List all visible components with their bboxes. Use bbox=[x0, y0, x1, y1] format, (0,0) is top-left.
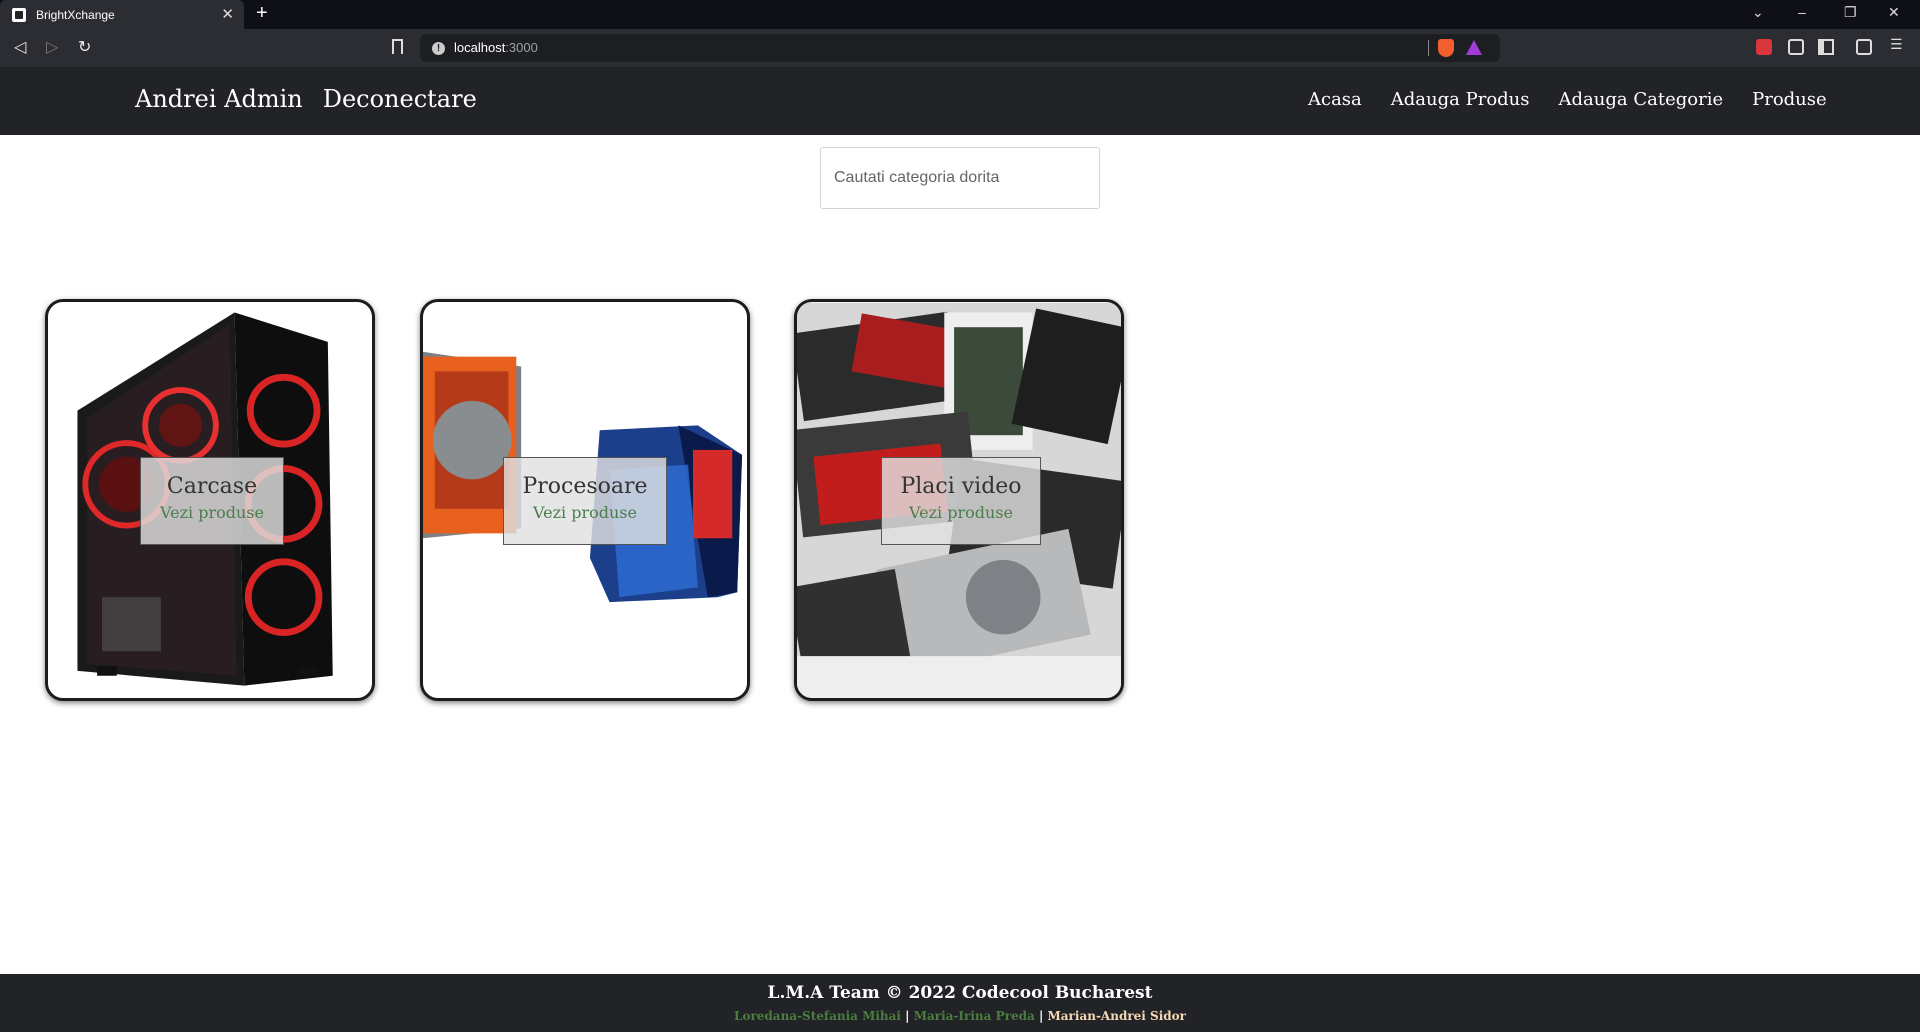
browser-tab-bar: BrightXchange ✕ + ⌄ – ❐ ✕ bbox=[0, 0, 1920, 29]
address-bar[interactable]: ! localhost:3000 bbox=[420, 34, 1500, 62]
tab-title: BrightXchange bbox=[36, 7, 115, 22]
puzzle-extensions-icon[interactable] bbox=[1788, 39, 1804, 55]
close-window-icon[interactable]: ✕ bbox=[1888, 4, 1900, 21]
category-card-carcase[interactable]: Carcase Vezi produse bbox=[45, 299, 375, 701]
restore-icon[interactable]: ❐ bbox=[1844, 4, 1857, 21]
browser-toolbar: ◁ ▷ ↻ ! localhost:3000 ☰ bbox=[0, 29, 1920, 67]
category-card-placi-video[interactable]: Placi video Vezi produse bbox=[794, 299, 1124, 701]
category-label: Carcase Vezi produse bbox=[140, 457, 284, 545]
user-name-link[interactable]: Andrei Admin bbox=[135, 85, 303, 113]
category-card-procesoare[interactable]: Procesoare Vezi produse bbox=[420, 299, 750, 701]
footer-authors: Loredana-Stefania Mihai | Maria-Irina Pr… bbox=[0, 1009, 1920, 1023]
view-products-link[interactable]: Vezi produse bbox=[882, 503, 1040, 522]
view-products-link[interactable]: Vezi produse bbox=[141, 503, 283, 522]
author-name: Loredana-Stefania Mihai bbox=[734, 1009, 901, 1023]
site-favicon-icon bbox=[12, 7, 26, 22]
extension-icon[interactable] bbox=[1756, 39, 1772, 55]
url-separator bbox=[1428, 40, 1429, 56]
category-title: Carcase bbox=[166, 474, 258, 499]
tab-list-chevron-icon[interactable]: ⌄ bbox=[1752, 4, 1764, 21]
category-title: Placi video bbox=[900, 474, 1022, 499]
minimize-icon[interactable]: – bbox=[1798, 4, 1806, 20]
brave-shields-icon[interactable] bbox=[1438, 39, 1454, 57]
view-products-link[interactable]: Vezi produse bbox=[504, 503, 666, 522]
forward-icon[interactable]: ▷ bbox=[46, 37, 58, 56]
author-name: Marian-Andrei Sidor bbox=[1047, 1009, 1186, 1023]
author-separator: | bbox=[905, 1009, 910, 1023]
bookmark-icon[interactable] bbox=[392, 39, 403, 54]
category-label: Procesoare Vezi produse bbox=[503, 457, 667, 545]
category-title: Procesoare bbox=[522, 474, 648, 499]
logout-link[interactable]: Deconectare bbox=[323, 85, 477, 113]
browser-tab[interactable]: BrightXchange ✕ bbox=[0, 0, 244, 29]
brave-rewards-icon[interactable] bbox=[1466, 40, 1482, 55]
site-navbar: Andrei Admin Deconectare Acasa Adauga Pr… bbox=[0, 67, 1920, 135]
url-text[interactable]: localhost:3000 bbox=[454, 40, 538, 55]
author-separator: | bbox=[1038, 1009, 1044, 1023]
wallet-icon[interactable] bbox=[1856, 39, 1872, 55]
site-footer: L.M.A Team © 2022 Codecool Bucharest Lor… bbox=[0, 974, 1920, 1032]
new-tab-icon[interactable]: + bbox=[256, 2, 268, 25]
category-search-input[interactable] bbox=[820, 147, 1100, 209]
site-info-icon[interactable]: ! bbox=[432, 42, 445, 55]
nav-link-adauga-produs[interactable]: Adauga Produs bbox=[1391, 89, 1530, 110]
sidebar-icon[interactable] bbox=[1818, 39, 1834, 55]
footer-team: L.M.A Team © 2022 Codecool Bucharest bbox=[767, 983, 1153, 1003]
close-tab-icon[interactable]: ✕ bbox=[221, 5, 234, 23]
hamburger-menu-icon[interactable]: ☰ bbox=[1890, 37, 1903, 53]
author-name: Maria-Irina Preda bbox=[913, 1009, 1035, 1023]
reload-icon[interactable]: ↻ bbox=[78, 37, 91, 56]
category-label: Placi video Vezi produse bbox=[881, 457, 1041, 545]
back-icon[interactable]: ◁ bbox=[14, 37, 26, 56]
nav-link-acasa[interactable]: Acasa bbox=[1308, 89, 1362, 110]
nav-link-adauga-categorie[interactable]: Adauga Categorie bbox=[1559, 89, 1724, 110]
nav-link-produse[interactable]: Produse bbox=[1752, 89, 1827, 110]
